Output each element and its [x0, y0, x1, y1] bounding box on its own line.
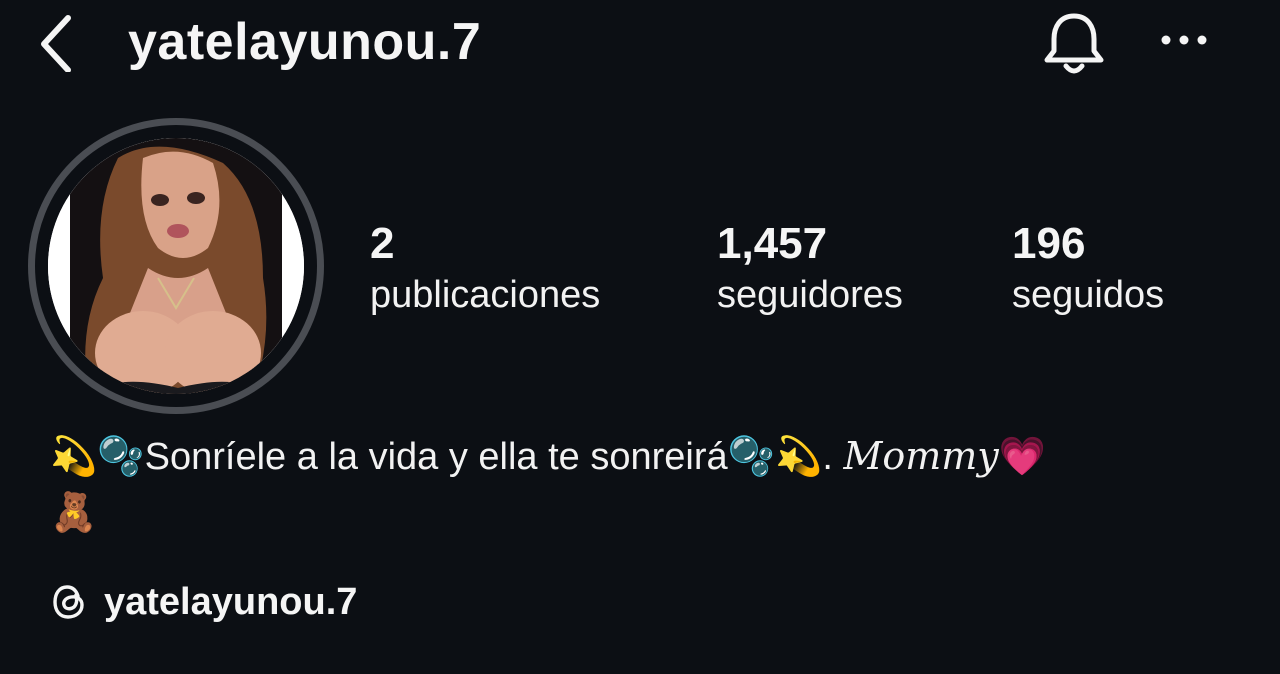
more-options-button[interactable] — [1152, 18, 1216, 62]
stat-followers-label: seguidores — [717, 274, 903, 316]
profile-bio: 💫🫧Sonríele a la vida y ella te sonreirá🫧… — [50, 428, 1230, 541]
dizzy-emoji: 💫 — [774, 436, 823, 478]
profile-username: yatelayunou.7 — [128, 13, 482, 71]
pink-heart-emoji: 💗 — [998, 436, 1047, 478]
threads-handle: yatelayunou.7 — [104, 580, 358, 623]
bio-dot: . — [822, 436, 844, 478]
stat-following[interactable]: 196 seguidos — [1012, 218, 1164, 320]
stat-following-label: seguidos — [1012, 274, 1165, 316]
back-button[interactable] — [30, 8, 86, 73]
teddy-bear-emoji: 🧸 — [50, 492, 98, 534]
threads-profile-link[interactable]: yatelayunou.7 — [50, 574, 357, 630]
stat-followers[interactable]: 1,457 seguidores — [717, 218, 903, 320]
bubbles-emoji: 🫧 — [97, 436, 145, 478]
stat-posts-value: 2 — [370, 219, 395, 268]
bio-mommy-text: Mommy — [843, 434, 999, 478]
top-bar: yatelayunou.7 — [0, 0, 1280, 84]
bio-text: Sonríele a la vida y ella te sonreirá — [144, 436, 728, 478]
threads-icon — [53, 585, 84, 619]
bell-icon — [1044, 13, 1104, 74]
stat-posts-label: publicaciones — [370, 274, 601, 316]
stat-following-value: 196 — [1012, 219, 1086, 268]
stat-followers-value: 1,457 — [717, 219, 828, 268]
profile-avatar[interactable] — [28, 118, 324, 414]
dizzy-emoji: 💫 — [50, 436, 98, 478]
bubbles-emoji: 🫧 — [727, 436, 775, 478]
avatar-photo — [48, 138, 304, 394]
chevron-left-icon — [41, 15, 71, 73]
stat-posts[interactable]: 2 publicaciones — [370, 218, 600, 320]
notifications-button[interactable] — [1040, 10, 1108, 76]
more-horizontal-icon — [1161, 35, 1207, 45]
